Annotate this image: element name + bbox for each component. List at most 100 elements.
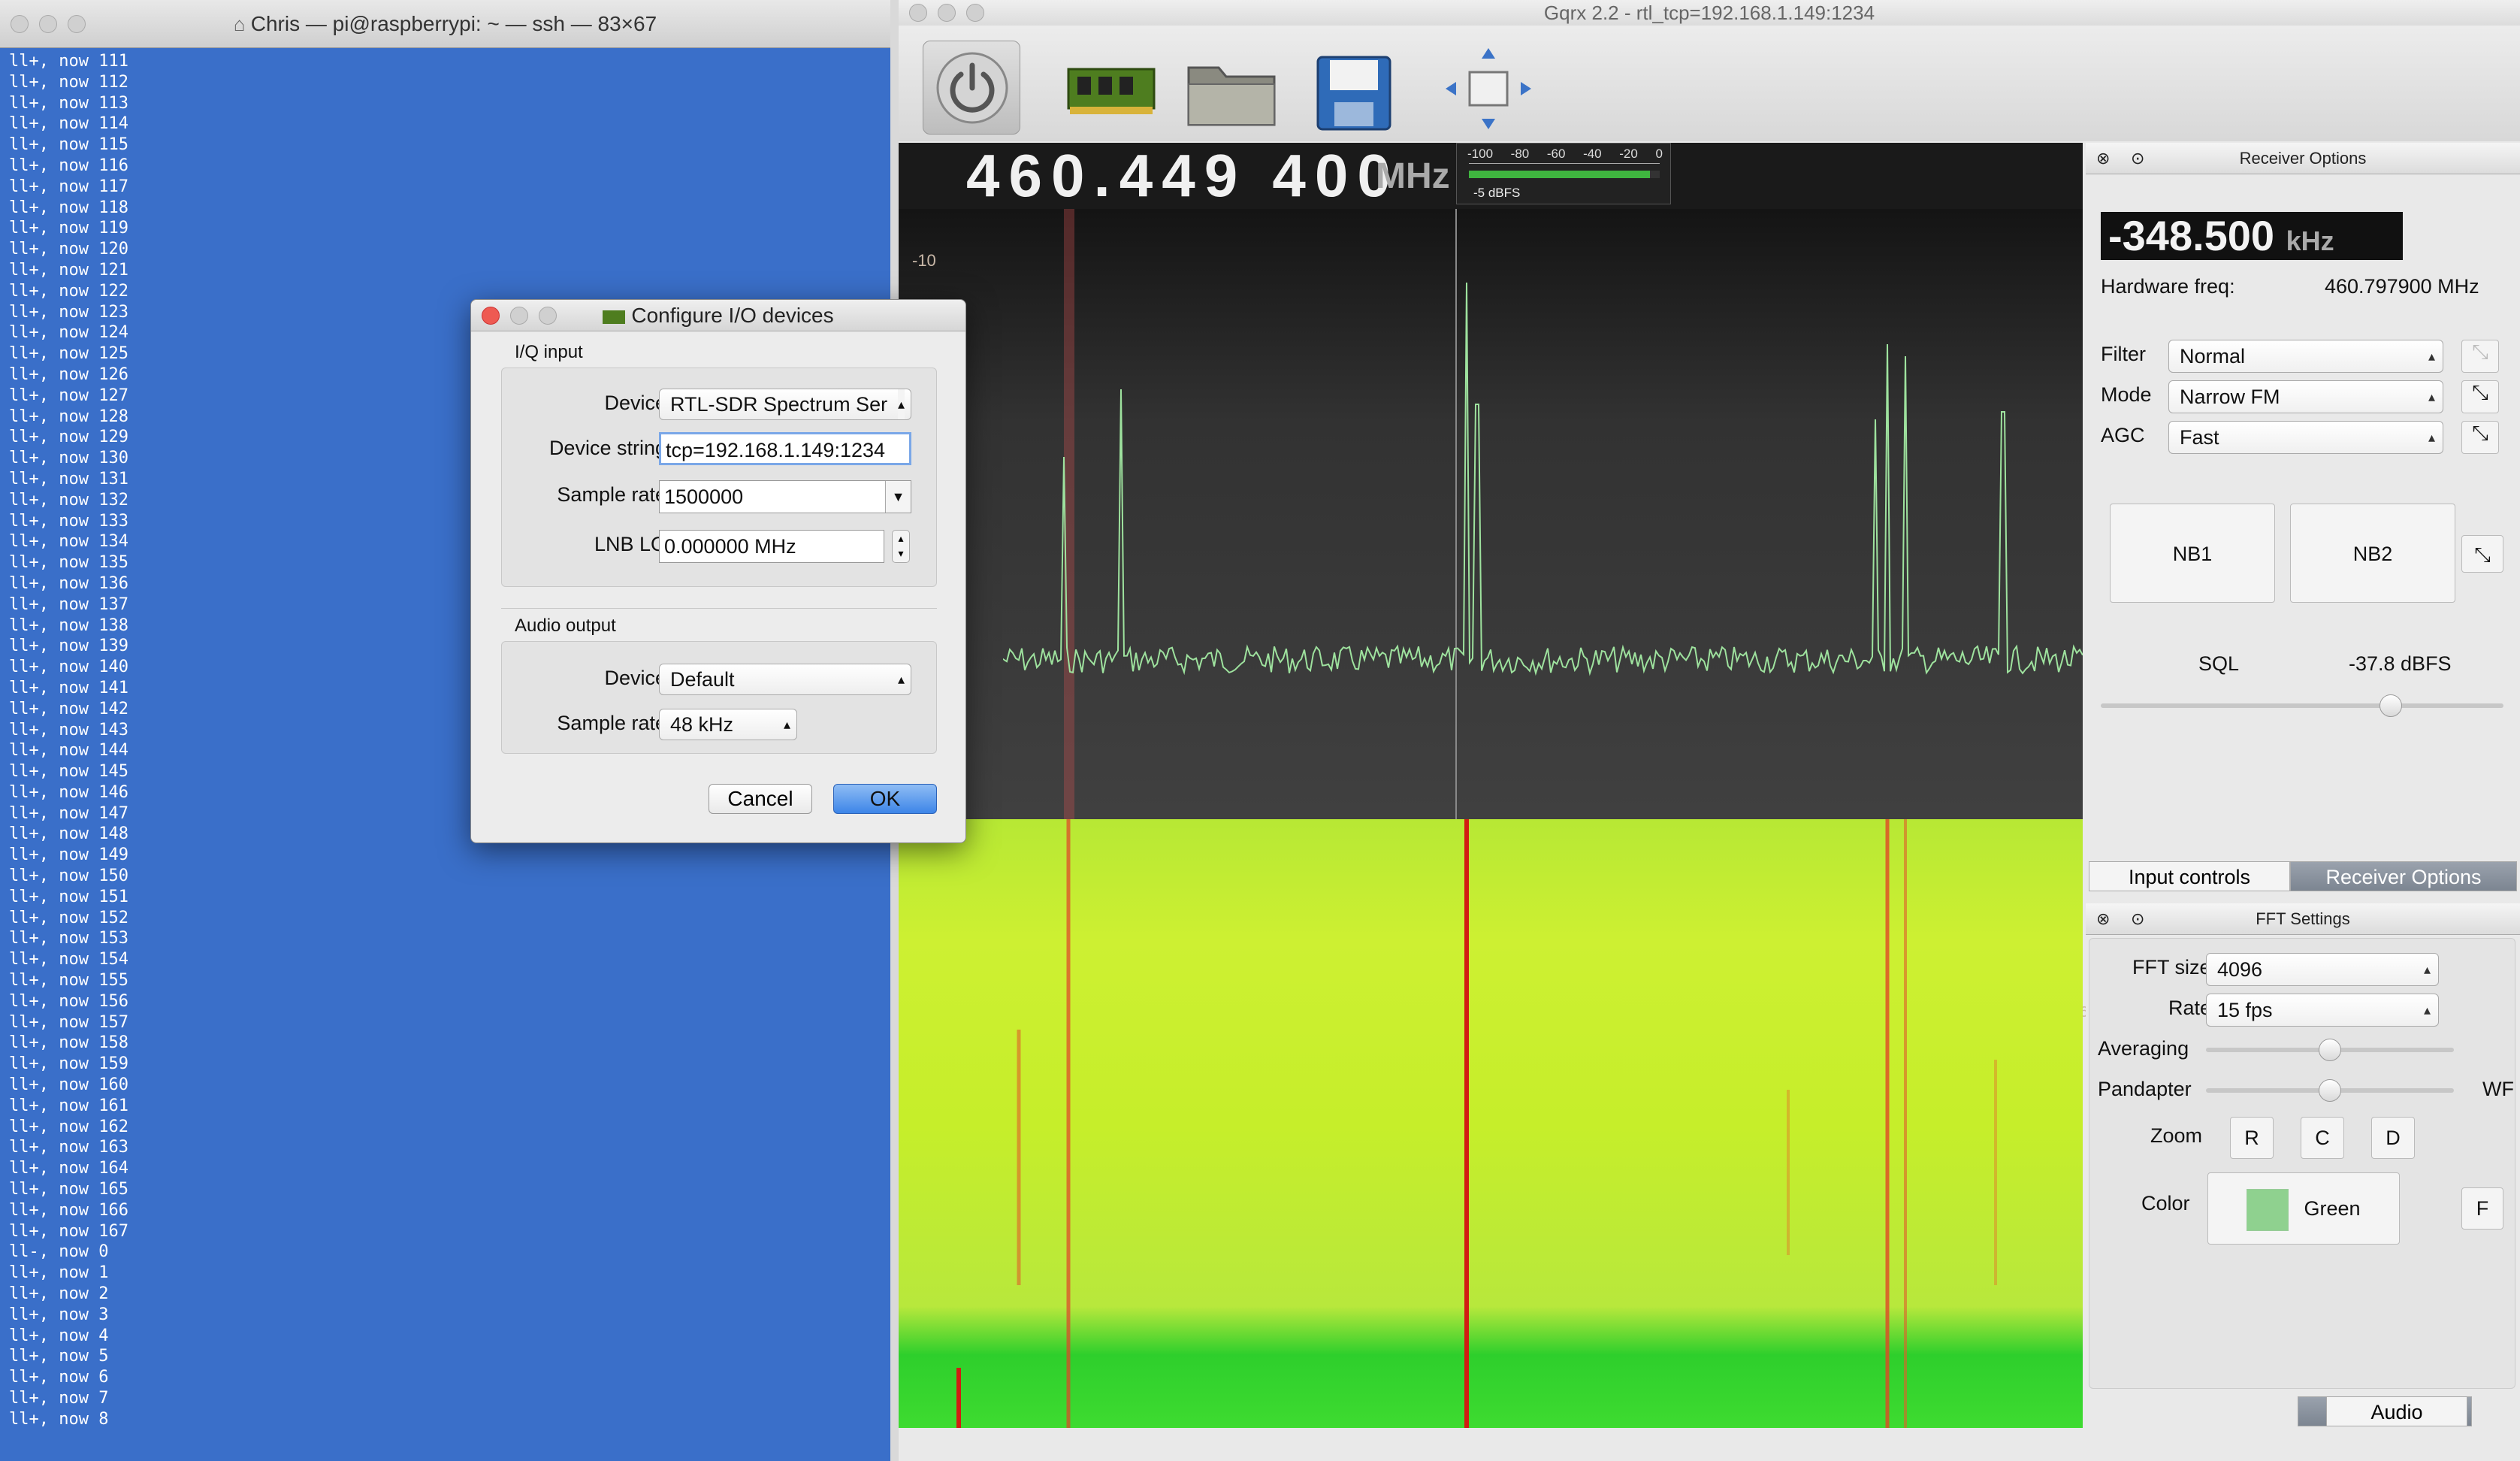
terminal-line: ll+, now 4 [9, 1326, 109, 1345]
terminal-titlebar[interactable]: ⌂ Chris — pi@raspberrypi: ~ — ssh — 83×6… [0, 0, 890, 48]
terminal-line: ll+, now 6 [9, 1368, 109, 1387]
tab-input-controls[interactable]: Input controls [2089, 861, 2290, 891]
float-dock-icon[interactable]: ⊙ [2131, 903, 2144, 935]
dropdown-icon[interactable]: ▼ [885, 481, 911, 513]
terminal-line: ll+, now 115 [9, 135, 128, 155]
minimize-icon[interactable] [938, 4, 956, 22]
terminal-line: ll+, now 8 [9, 1409, 109, 1429]
dialog-titlebar[interactable]: Configure I/O devices [471, 300, 965, 331]
spectrum-plot[interactable]: -10 460.369460.441460.512460.584460.6554… [899, 209, 2353, 1021]
squelch-slider[interactable] [2101, 694, 2503, 717]
open-file-button[interactable] [1183, 41, 1280, 135]
offset-frequency-display[interactable]: -348.500 kHz [2101, 212, 2403, 260]
nb2-button[interactable]: NB2 [2290, 504, 2455, 603]
offset-value: -348.500 [2108, 212, 2275, 259]
zoom-demod-button[interactable]: D [2371, 1117, 2415, 1159]
averaging-slider[interactable] [2206, 1039, 2454, 1061]
signal-meter-tick: -20 [1619, 147, 1638, 161]
signal-meter-tick: -40 [1583, 147, 1602, 161]
zoom-center-button[interactable]: C [2301, 1117, 2344, 1159]
filter-select[interactable]: Normal ▴ [2168, 340, 2443, 373]
pandapter-slider-handle[interactable] [2319, 1079, 2341, 1102]
terminal-line: ll+, now 3 [9, 1305, 109, 1324]
toggle-panels-button[interactable] [1440, 41, 1537, 135]
pandapter-label: Pandapter [2098, 1078, 2192, 1100]
sample-rate-input[interactable]: 1500000 ▼ [659, 480, 911, 513]
updown-icon: ▴ [2428, 349, 2435, 364]
signal-meter-tick: -100 [1467, 147, 1494, 161]
updown-icon: ▴ [2423, 962, 2431, 977]
signal-meter-tick: -60 [1546, 147, 1566, 161]
waterfall-plot[interactable] [899, 819, 2083, 1428]
terminal-line: ll+, now 150 [9, 867, 128, 886]
zoom-icon[interactable] [966, 4, 984, 22]
nb-options-button[interactable]: ⤡ [2461, 535, 2503, 573]
rate-select[interactable]: 15 fps ▴ [2206, 994, 2439, 1027]
close-icon[interactable] [909, 4, 927, 22]
wf-label: WF [2482, 1078, 2514, 1100]
audio-rate-select[interactable]: 48 kHz ▴ [659, 709, 797, 740]
squelch-slider-handle[interactable] [2379, 694, 2402, 717]
terminal-line: ll+, now 166 [9, 1200, 128, 1220]
filter-options-button[interactable]: ⤡ [2461, 340, 2499, 373]
sample-rate-label: Sample rate [557, 483, 666, 506]
terminal-line: ll+, now 118 [9, 198, 128, 217]
lnb-lo-input[interactable]: 0.000000 MHz [659, 530, 884, 563]
dialog-title: Configure I/O devices [631, 304, 834, 327]
terminal-line: ll+, now 165 [9, 1180, 128, 1199]
device-select[interactable]: RTL-SDR Spectrum Ser ▴ [659, 389, 911, 420]
nb1-button[interactable]: NB1 [2110, 504, 2275, 603]
terminal-line: ll+, now 113 [9, 93, 128, 113]
home-icon: ⌂ [233, 13, 251, 35]
frequency-display[interactable]: 460.449 400 MHz -100 -80 -60 -40 -20 0 -5 dBF… [899, 143, 2083, 209]
close-dock-icon[interactable]: ⊗ [2096, 143, 2110, 174]
close-icon[interactable] [11, 15, 29, 33]
rate-value: 15 fps [2217, 999, 2273, 1021]
minimize-icon[interactable] [510, 307, 528, 325]
minimize-icon[interactable] [39, 15, 57, 33]
float-dock-icon[interactable]: ⊙ [2131, 143, 2144, 174]
agc-options-button[interactable]: ⤡ [2461, 421, 2499, 454]
agc-select[interactable]: Fast ▴ [2168, 421, 2443, 454]
device-string-input[interactable]: tcp=192.168.1.149:1234 [659, 432, 911, 465]
color-value: Green [2304, 1197, 2361, 1220]
frequency-digits[interactable]: 460.449 400 [966, 143, 1400, 209]
power-button[interactable] [923, 41, 1020, 135]
tab-audio[interactable]: Audio [2326, 1396, 2467, 1426]
tab-receiver-options[interactable]: Receiver Options [2290, 861, 2517, 891]
mode-options-button[interactable]: ⤡ [2461, 380, 2499, 413]
ok-button[interactable]: OK [833, 784, 937, 814]
averaging-slider-handle[interactable] [2319, 1039, 2341, 1061]
sql-label: SQL [2198, 652, 2240, 675]
fft-size-value: 4096 [2217, 958, 2263, 981]
cancel-button[interactable]: Cancel [709, 784, 812, 814]
terminal-line: ll+, now 156 [9, 991, 128, 1011]
lnb-stepper[interactable]: ▴ ▾ [892, 530, 910, 563]
audio-device-value: Default [670, 668, 735, 691]
hw-freq-value: 460.797900 MHz [2325, 275, 2479, 298]
audio-rate-label: Sample rate [557, 712, 666, 734]
mode-select[interactable]: Narrow FM ▴ [2168, 380, 2443, 413]
fft-size-select[interactable]: 4096 ▴ [2206, 953, 2439, 986]
fill-toggle-button[interactable]: F [2461, 1187, 2503, 1230]
close-icon[interactable] [482, 307, 500, 325]
configure-devices-button[interactable] [1062, 41, 1160, 135]
panel-arrows-icon [1446, 48, 1531, 129]
averaging-label: Averaging [2098, 1037, 2189, 1060]
audio-device-select[interactable]: Default ▴ [659, 664, 911, 695]
zoom-icon[interactable] [539, 307, 557, 325]
terminal-line: ll+, now 5 [9, 1347, 109, 1366]
waterfall-lines [956, 819, 1997, 1428]
audio-rate-value: 48 kHz [670, 713, 734, 736]
save-button[interactable] [1304, 41, 1402, 135]
offset-unit: kHz [2286, 225, 2334, 256]
zoom-icon[interactable] [68, 15, 86, 33]
terminal-line: ll+, now 154 [9, 950, 128, 969]
zoom-reset-button[interactable]: R [2230, 1117, 2274, 1159]
terminal-line: ll+, now 157 [9, 1012, 128, 1032]
close-dock-icon[interactable]: ⊗ [2096, 903, 2110, 935]
gqrx-titlebar[interactable]: Gqrx 2.2 - rtl_tcp=192.168.1.149:1234 [899, 0, 2520, 26]
color-picker-button[interactable]: Green [2207, 1172, 2400, 1245]
pandapter-slider[interactable] [2206, 1079, 2454, 1102]
lnb-lo-label: LNB LO [594, 533, 666, 555]
